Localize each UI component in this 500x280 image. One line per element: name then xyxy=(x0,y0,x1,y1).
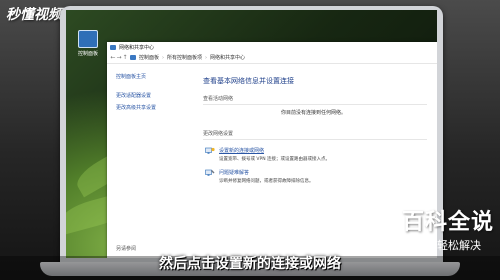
breadcrumb-separator-icon: › xyxy=(205,54,208,61)
logo-text: 秒懂视频 xyxy=(6,7,62,23)
control-panel-icon xyxy=(78,30,98,48)
window-titlebar: 网络和共享中心 xyxy=(107,42,437,52)
address-bar[interactable]: ← → ↑ 控制面板 › 所有控制面板项 › 网络和共享中心 xyxy=(107,52,437,64)
window-icon xyxy=(110,44,116,50)
watermark-subtitle: 助你轻松解决 xyxy=(414,239,481,252)
breadcrumb-separator-icon: › xyxy=(162,54,165,61)
setup-new-connection-link[interactable]: 设置新的连接或网络 xyxy=(219,147,427,154)
up-arrow-icon[interactable]: ↑ xyxy=(122,54,128,61)
troubleshoot-desc: 诊断并修复网络问题，或者获得故障排除信息。 xyxy=(219,179,314,184)
sidebar-see-also: 另请参阅 xyxy=(116,246,137,252)
breadcrumb-current[interactable]: 网络和共享中心 xyxy=(210,54,245,61)
no-network-status: 你目前没有连接到任何网络。 xyxy=(281,110,347,116)
address-folder-icon xyxy=(130,55,136,60)
breadcrumb-all-items[interactable]: 所有控制面板项 xyxy=(167,54,202,61)
watermark-title: 百科全说 xyxy=(401,210,494,235)
troubleshoot-icon xyxy=(205,169,215,176)
network-sharing-center-window: 网络和共享中心 ← → ↑ 控制面板 › 所有控制面板项 › 网络和共享中心 控… xyxy=(107,42,437,258)
troubleshoot-link[interactable]: 问题疑难解答 xyxy=(219,169,427,176)
desktop-icon-control-panel[interactable]: 控制面板 xyxy=(69,30,107,57)
divider xyxy=(203,104,427,105)
sidebar-link-control-panel-home[interactable]: 控制面板主页 xyxy=(116,73,196,80)
breadcrumb-control-panel[interactable]: 控制面板 xyxy=(139,54,159,61)
sidebar-link-advanced-sharing[interactable]: 更改高级共享设置 xyxy=(116,104,196,111)
desktop-icon-label: 控制面板 xyxy=(77,51,98,57)
video-frame: 秒懂视频 控制面板 网络和共享中心 ← → ↑ 控制面板 › 所有控制面板项 ›… xyxy=(0,0,500,280)
change-settings-label: 更改网络设置 xyxy=(203,131,234,137)
sidebar: 控制面板主页 更改适配器设置 更改高级共享设置 另请参阅 xyxy=(107,64,196,258)
page-title: 查看基本网络信息并设置连接 xyxy=(203,77,294,85)
sidebar-link-adapter-settings[interactable]: 更改适配器设置 xyxy=(116,92,196,99)
baike-watermark: 百科全说 助你轻松解决 xyxy=(402,204,494,253)
new-connection-icon xyxy=(205,147,215,154)
divider xyxy=(203,139,427,140)
task-troubleshoot[interactable]: 问题疑难解答 诊断并修复网络问题，或者获得故障排除信息。 xyxy=(203,169,427,184)
active-networks-label: 查看活动网络 xyxy=(203,96,234,102)
window-title: 网络和共享中心 xyxy=(119,44,155,51)
laptop-screen: 控制面板 网络和共享中心 ← → ↑ 控制面板 › 所有控制面板项 › 网络和共… xyxy=(66,10,437,258)
main-content: 查看基本网络信息并设置连接 查看活动网络 你目前没有连接到任何网络。 更改网络设… xyxy=(203,64,427,258)
video-subtitle: 然后点击设置新的连接或网络 xyxy=(159,256,341,272)
setup-new-connection-desc: 设置宽带、拨号或 VPN 连接；或设置路由器或接入点。 xyxy=(219,157,331,162)
task-setup-connection[interactable]: 设置新的连接或网络 设置宽带、拨号或 VPN 连接；或设置路由器或接入点。 xyxy=(203,147,427,162)
